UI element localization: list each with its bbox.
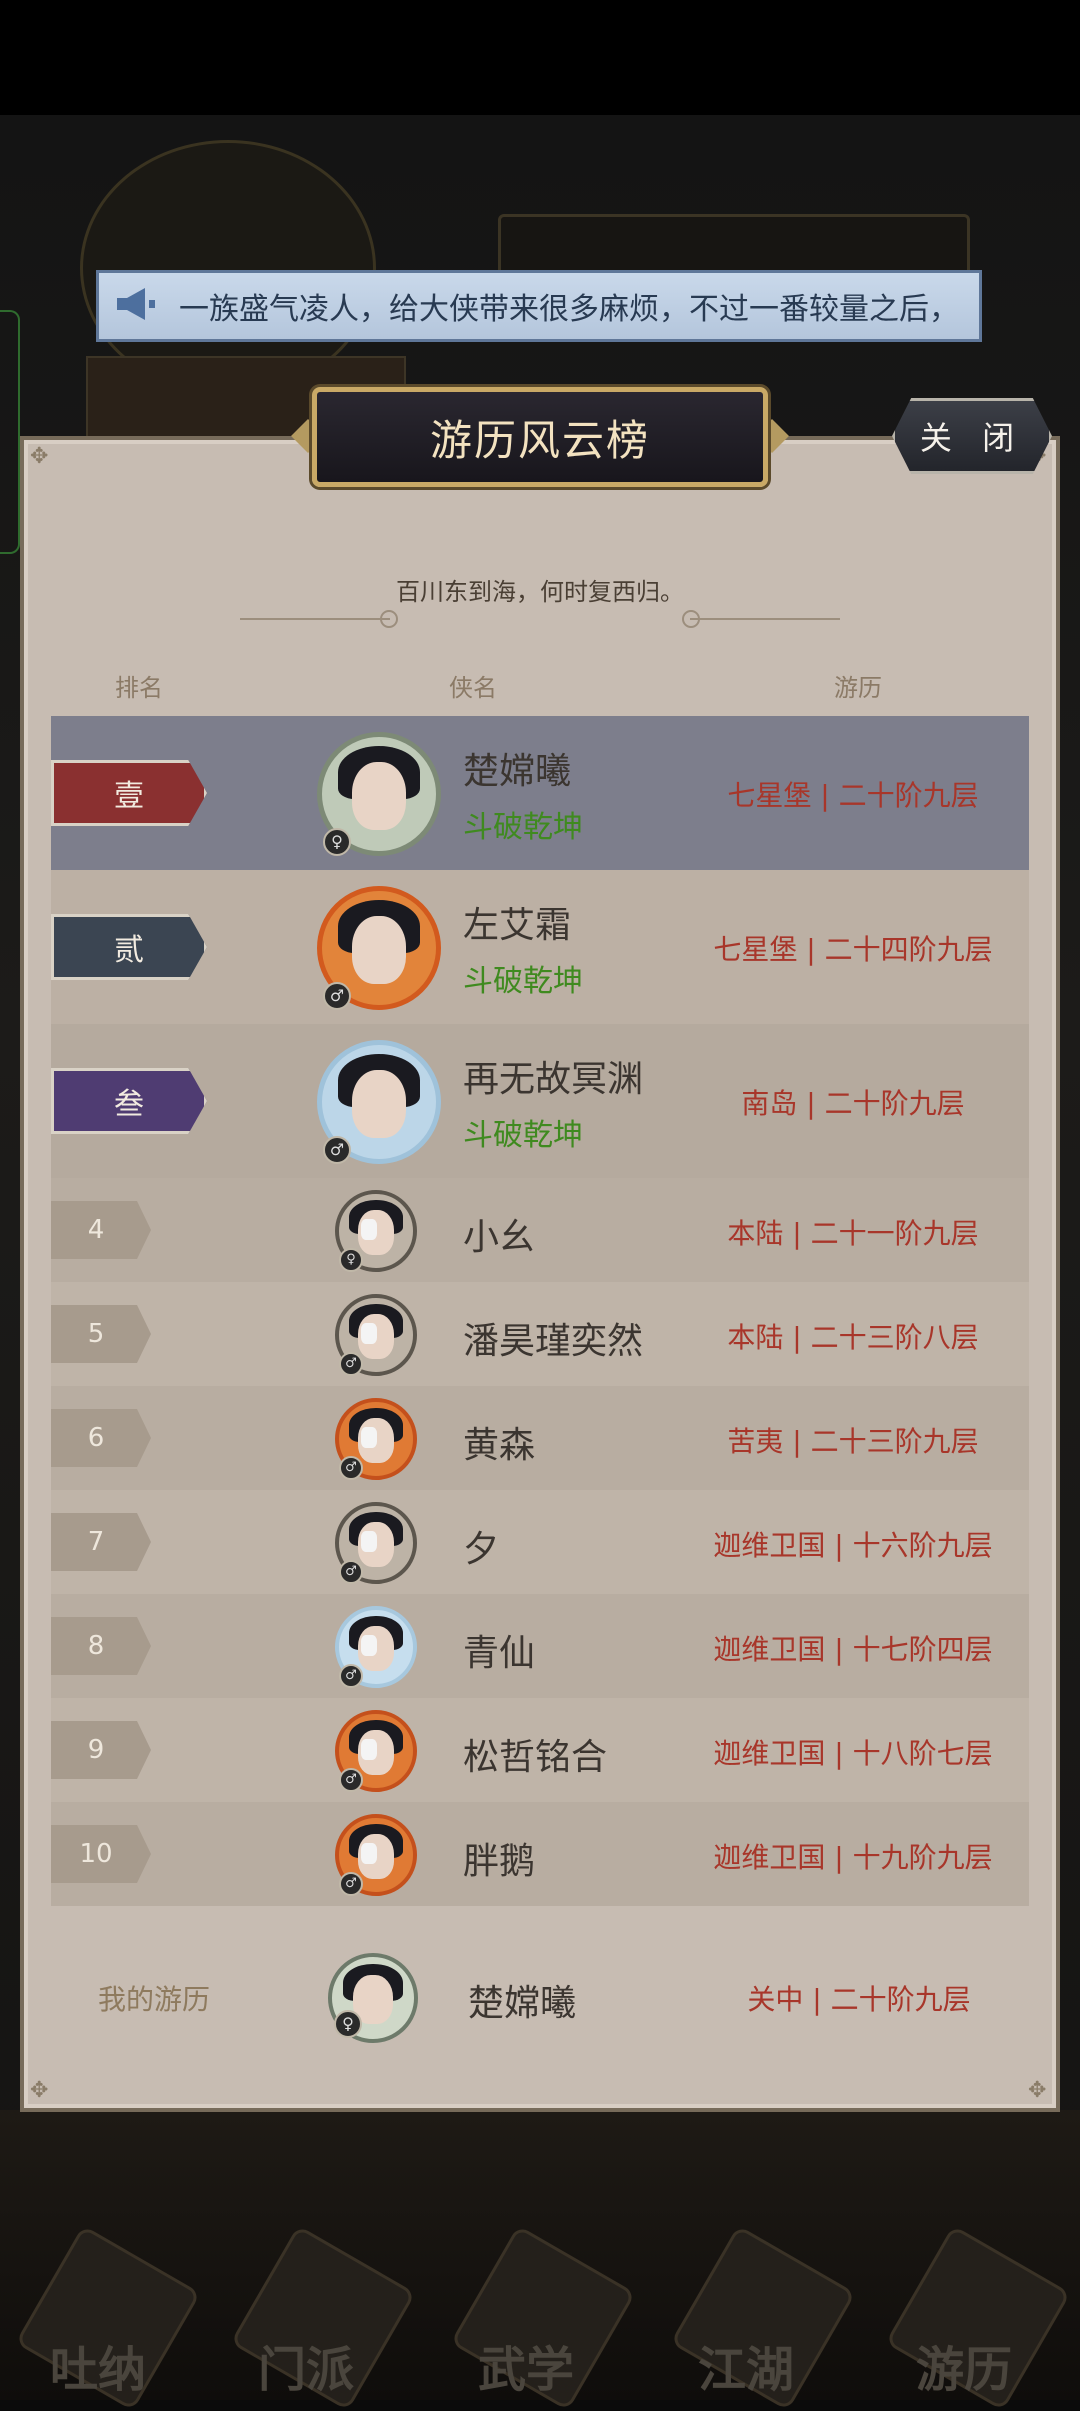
rank-badge: 9 — [51, 1721, 151, 1779]
nav-menpai[interactable]: 门派 — [258, 2330, 354, 2400]
leaderboard-row[interactable]: 5 ♂ 潘昊瑾奕然 本陆 | 二十三阶八层 — [51, 1282, 1029, 1386]
gender-icon: ♂ — [339, 1352, 363, 1376]
hero-name: 胖鹅 — [463, 1841, 536, 1882]
gender-icon: ♂ — [339, 1872, 363, 1896]
rank-badge: 10 — [51, 1825, 151, 1883]
announcement-text: 一族盛气凌人，给大侠带来很多麻烦，不过一番较量之后， — [179, 292, 959, 327]
leaderboard-row[interactable]: 8 ♂ 青仙 迦维卫国 | 十七阶四层 — [51, 1594, 1029, 1698]
divider-ornament — [682, 610, 700, 628]
megaphone-icon — [113, 286, 173, 326]
leaderboard-row[interactable]: 6 ♂ 黄森 苦夷 | 二十三阶九层 — [51, 1386, 1029, 1490]
hero-name: 再无故冥渊 — [463, 1059, 644, 1100]
leaderboard-row[interactable]: 贰 ♂ 左艾霜斗破乾坤 七星堡 | 二十四阶九层 — [51, 870, 1029, 1024]
hero-title: 斗破乾坤 — [463, 810, 583, 845]
nav-jianghu[interactable]: 江湖 — [698, 2330, 794, 2400]
gender-icon: ♂ — [323, 982, 351, 1010]
leaderboard-row[interactable]: 7 ♂ 夕 迦维卫国 | 十六阶九层 — [51, 1490, 1029, 1594]
travel-progress: 迦维卫国 | 十六阶九层 — [713, 1529, 993, 1562]
corner-ornament: ✥ — [1028, 2078, 1047, 2103]
corner-ornament: ✥ — [30, 2078, 49, 2103]
rank-badge: 6 — [51, 1409, 151, 1467]
leaderboard-row[interactable]: 10 ♂ 胖鹅 迦维卫国 | 十九阶九层 — [51, 1802, 1029, 1906]
dialog-title: 游历风云榜 — [429, 415, 650, 465]
travel-progress: 南岛 | 二十阶九层 — [741, 1087, 965, 1120]
travel-progress: 苦夷 | 二十三阶九层 — [727, 1425, 979, 1458]
rank-badge: 5 — [51, 1305, 151, 1363]
background-side-tab — [0, 310, 20, 554]
my-hero-name: 楚嫦曦 — [468, 1983, 577, 2024]
leaderboard-row[interactable]: 叁 ♂ 再无故冥渊斗破乾坤 南岛 | 二十阶九层 — [51, 1024, 1029, 1178]
dialog-title-plate: 游历风云榜 — [312, 387, 768, 487]
close-button[interactable]: 关 闭 — [892, 398, 1052, 474]
rank-badge: 贰 — [51, 914, 207, 980]
gender-female-icon: ♀ — [334, 2010, 362, 2038]
hero-title: 斗破乾坤 — [463, 964, 583, 999]
travel-progress: 七星堡 | 二十阶九层 — [727, 779, 979, 812]
travel-progress: 本陆 | 二十一阶九层 — [727, 1217, 979, 1250]
hero-name: 潘昊瑾奕然 — [463, 1321, 644, 1362]
leaderboard-row[interactable]: 壹 ♀ 楚嫦曦斗破乾坤 七星堡 | 二十阶九层 — [51, 716, 1029, 870]
nav-youli[interactable]: 游历 — [916, 2330, 1012, 2400]
divider-left — [240, 618, 390, 620]
status-bar-area — [0, 0, 1080, 115]
column-header-name: 侠名 — [449, 674, 497, 702]
gender-icon: ♀ — [339, 1248, 363, 1272]
rank-badge: 4 — [51, 1201, 151, 1259]
hero-name: 左艾霜 — [463, 905, 572, 946]
travel-progress: 迦维卫国 | 十七阶四层 — [713, 1633, 993, 1666]
column-header-rank: 排名 — [115, 674, 163, 702]
gender-icon: ♂ — [323, 1136, 351, 1164]
hero-name: 黄森 — [463, 1425, 536, 1466]
hero-name: 松哲铭合 — [463, 1737, 608, 1778]
announcement-marquee: 一族盛气凌人，给大侠带来很多麻烦，不过一番较量之后， — [96, 270, 982, 342]
leaderboard-row[interactable]: 4 ♀ 小幺 本陆 | 二十一阶九层 — [51, 1178, 1029, 1282]
my-travel-progress: 关中 | 二十阶九层 — [747, 1983, 971, 2016]
dialog-subtitle: 百川东到海，何时复西归。 — [396, 578, 684, 606]
hero-name: 楚嫦曦 — [463, 751, 572, 792]
travel-progress: 七星堡 | 二十四阶九层 — [713, 933, 993, 966]
hero-name: 青仙 — [463, 1633, 536, 1674]
gender-icon: ♂ — [339, 1560, 363, 1584]
rank-badge: 叁 — [51, 1068, 207, 1134]
hero-name: 小幺 — [463, 1217, 536, 1258]
divider-ornament — [380, 610, 398, 628]
leaderboard-row[interactable]: 9 ♂ 松哲铭合 迦维卫国 | 十八阶七层 — [51, 1698, 1029, 1802]
rank-badge: 7 — [51, 1513, 151, 1571]
gender-icon: ♂ — [339, 1768, 363, 1792]
travel-progress: 本陆 | 二十三阶八层 — [727, 1321, 979, 1354]
travel-progress: 迦维卫国 | 十八阶七层 — [713, 1737, 993, 1770]
rank-badge: 8 — [51, 1617, 151, 1675]
corner-ornament: ✥ — [30, 444, 49, 469]
hero-title: 斗破乾坤 — [463, 1118, 583, 1153]
rank-badge: 壹 — [51, 760, 207, 826]
hero-name: 夕 — [463, 1529, 500, 1570]
my-record-label: 我的游历 — [98, 1983, 211, 2016]
nav-tuna[interactable]: 吐纳 — [50, 2330, 146, 2400]
close-button-label: 关 闭 — [919, 419, 1025, 457]
nav-wuxue[interactable]: 武学 — [478, 2330, 574, 2400]
gender-icon: ♂ — [339, 1664, 363, 1688]
gender-icon: ♂ — [339, 1456, 363, 1480]
gender-icon: ♀ — [323, 828, 351, 856]
column-header-travel: 游历 — [834, 674, 882, 702]
divider-right — [690, 618, 840, 620]
travel-progress: 迦维卫国 | 十九阶九层 — [713, 1841, 993, 1874]
